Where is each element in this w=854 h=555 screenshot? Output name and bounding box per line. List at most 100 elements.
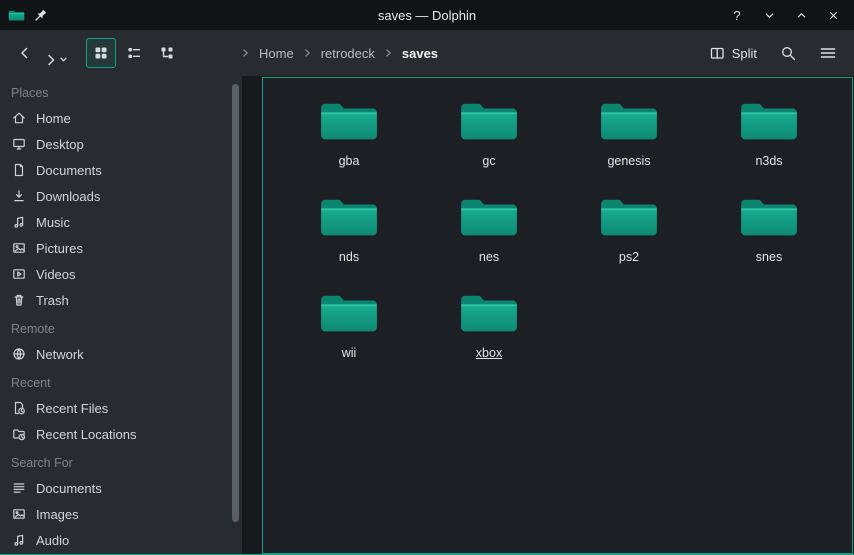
split-button[interactable]: Split	[702, 37, 764, 69]
sidebar-item-search-images[interactable]: Images	[0, 501, 242, 527]
content-area: Places Home Desktop Documents Downloads …	[0, 76, 854, 554]
tree-view-icon	[159, 45, 175, 61]
section-title-search-for: Search For	[0, 447, 242, 475]
sidebar-item-downloads[interactable]: Downloads	[0, 183, 242, 209]
sidebar-item-videos[interactable]: Videos	[0, 261, 242, 287]
sidebar-item-label: Home	[36, 111, 71, 126]
sidebar-item-label: Pictures	[36, 241, 83, 256]
section-title-remote: Remote	[0, 313, 242, 341]
sidebar-item-label: Network	[36, 347, 84, 362]
close-button[interactable]	[820, 3, 846, 27]
folder-name: nds	[339, 250, 359, 264]
chevron-down-icon	[59, 56, 68, 63]
folder-icon	[458, 290, 520, 336]
folder-item-ps2[interactable]: ps2	[559, 184, 699, 280]
folder-grid: gba gc genesis n3ds nds	[263, 78, 852, 376]
section-title-recent: Recent	[0, 367, 242, 395]
music-note-icon	[11, 532, 27, 548]
music-note-icon	[11, 214, 27, 230]
sidebar-item-home[interactable]: Home	[0, 105, 242, 131]
toolbar: Home retrodeck saves Split	[0, 30, 854, 76]
maximize-icon	[795, 9, 808, 22]
folder-item-nes[interactable]: nes	[419, 184, 559, 280]
folder-item-snes[interactable]: snes	[699, 184, 839, 280]
dolphin-window: saves — Dolphin ?	[0, 0, 854, 555]
help-icon: ?	[733, 8, 740, 23]
sidebar-scrollbar[interactable]	[232, 84, 239, 522]
image-icon	[11, 506, 27, 522]
sidebar-item-label: Downloads	[36, 189, 100, 204]
folder-name: gc	[482, 154, 495, 168]
folder-name: snes	[756, 250, 782, 264]
sidebar-item-network[interactable]: Network	[0, 341, 242, 367]
folder-icon	[598, 98, 660, 144]
sidebar-item-label: Documents	[36, 481, 102, 496]
folder-icon	[318, 290, 380, 336]
chevron-right-icon	[242, 48, 249, 58]
pin-icon[interactable]	[34, 8, 48, 22]
icons-view-button[interactable]	[86, 38, 116, 68]
chevron-right-icon	[304, 48, 311, 58]
sidebar-item-search-documents[interactable]: Documents	[0, 475, 242, 501]
minimize-button[interactable]	[756, 3, 782, 27]
close-icon	[827, 9, 840, 22]
folder-view: gba gc genesis n3ds nds	[262, 77, 853, 554]
folder-name: xbox	[476, 346, 502, 360]
folder-item-genesis[interactable]: genesis	[559, 88, 699, 184]
recent-locations-icon	[11, 426, 27, 442]
folder-icon	[458, 194, 520, 240]
breadcrumb-retrodeck[interactable]: retrodeck	[320, 44, 376, 63]
back-button[interactable]	[10, 38, 40, 68]
compact-view-button[interactable]	[119, 38, 149, 68]
folder-item-gc[interactable]: gc	[419, 88, 559, 184]
search-button[interactable]	[772, 37, 804, 69]
search-icon	[780, 45, 797, 62]
sidebar-item-label: Recent Locations	[36, 427, 136, 442]
folder-item-nds[interactable]: nds	[279, 184, 419, 280]
sidebar-item-label: Documents	[36, 163, 102, 178]
forward-button[interactable]	[40, 38, 70, 68]
sidebar-item-label: Music	[36, 215, 70, 230]
sidebar-item-documents[interactable]: Documents	[0, 157, 242, 183]
compact-view-icon	[126, 45, 142, 61]
image-icon	[11, 240, 27, 256]
help-button[interactable]: ?	[724, 3, 750, 27]
folder-item-wii[interactable]: wii	[279, 280, 419, 376]
network-globe-icon	[11, 346, 27, 362]
folder-icon	[598, 194, 660, 240]
back-icon	[17, 45, 33, 61]
minimize-icon	[763, 9, 776, 22]
folder-icon	[458, 98, 520, 144]
download-icon	[11, 188, 27, 204]
breadcrumb-home[interactable]: Home	[258, 44, 295, 63]
recent-files-icon	[11, 400, 27, 416]
folder-icon	[318, 194, 380, 240]
folder-name: ps2	[619, 250, 639, 264]
sidebar-item-music[interactable]: Music	[0, 209, 242, 235]
folder-item-n3ds[interactable]: n3ds	[699, 88, 839, 184]
video-icon	[11, 266, 27, 282]
sidebar-item-label: Audio	[36, 533, 69, 548]
breadcrumb: Home retrodeck saves	[242, 44, 439, 63]
tree-view-button[interactable]	[152, 38, 182, 68]
breadcrumb-saves[interactable]: saves	[401, 44, 439, 63]
folder-icon	[738, 194, 800, 240]
titlebar: saves — Dolphin ?	[0, 0, 854, 30]
document-lines-icon	[11, 480, 27, 496]
sidebar-item-pictures[interactable]: Pictures	[0, 235, 242, 261]
hamburger-icon	[819, 45, 837, 61]
sidebar-item-desktop[interactable]: Desktop	[0, 131, 242, 157]
sidebar-item-trash[interactable]: Trash	[0, 287, 242, 313]
folder-icon	[738, 98, 800, 144]
document-icon	[11, 162, 27, 178]
maximize-button[interactable]	[788, 3, 814, 27]
folder-item-xbox[interactable]: xbox	[419, 280, 559, 376]
folder-item-gba[interactable]: gba	[279, 88, 419, 184]
sidebar-item-recent-locations[interactable]: Recent Locations	[0, 421, 242, 447]
hamburger-menu-button[interactable]	[812, 37, 844, 69]
sidebar-item-search-audio[interactable]: Audio	[0, 527, 242, 553]
folder-name: nes	[479, 250, 499, 264]
sidebar-item-recent-files[interactable]: Recent Files	[0, 395, 242, 421]
split-icon	[709, 45, 725, 61]
forward-dropdown-caret[interactable]	[59, 50, 68, 68]
